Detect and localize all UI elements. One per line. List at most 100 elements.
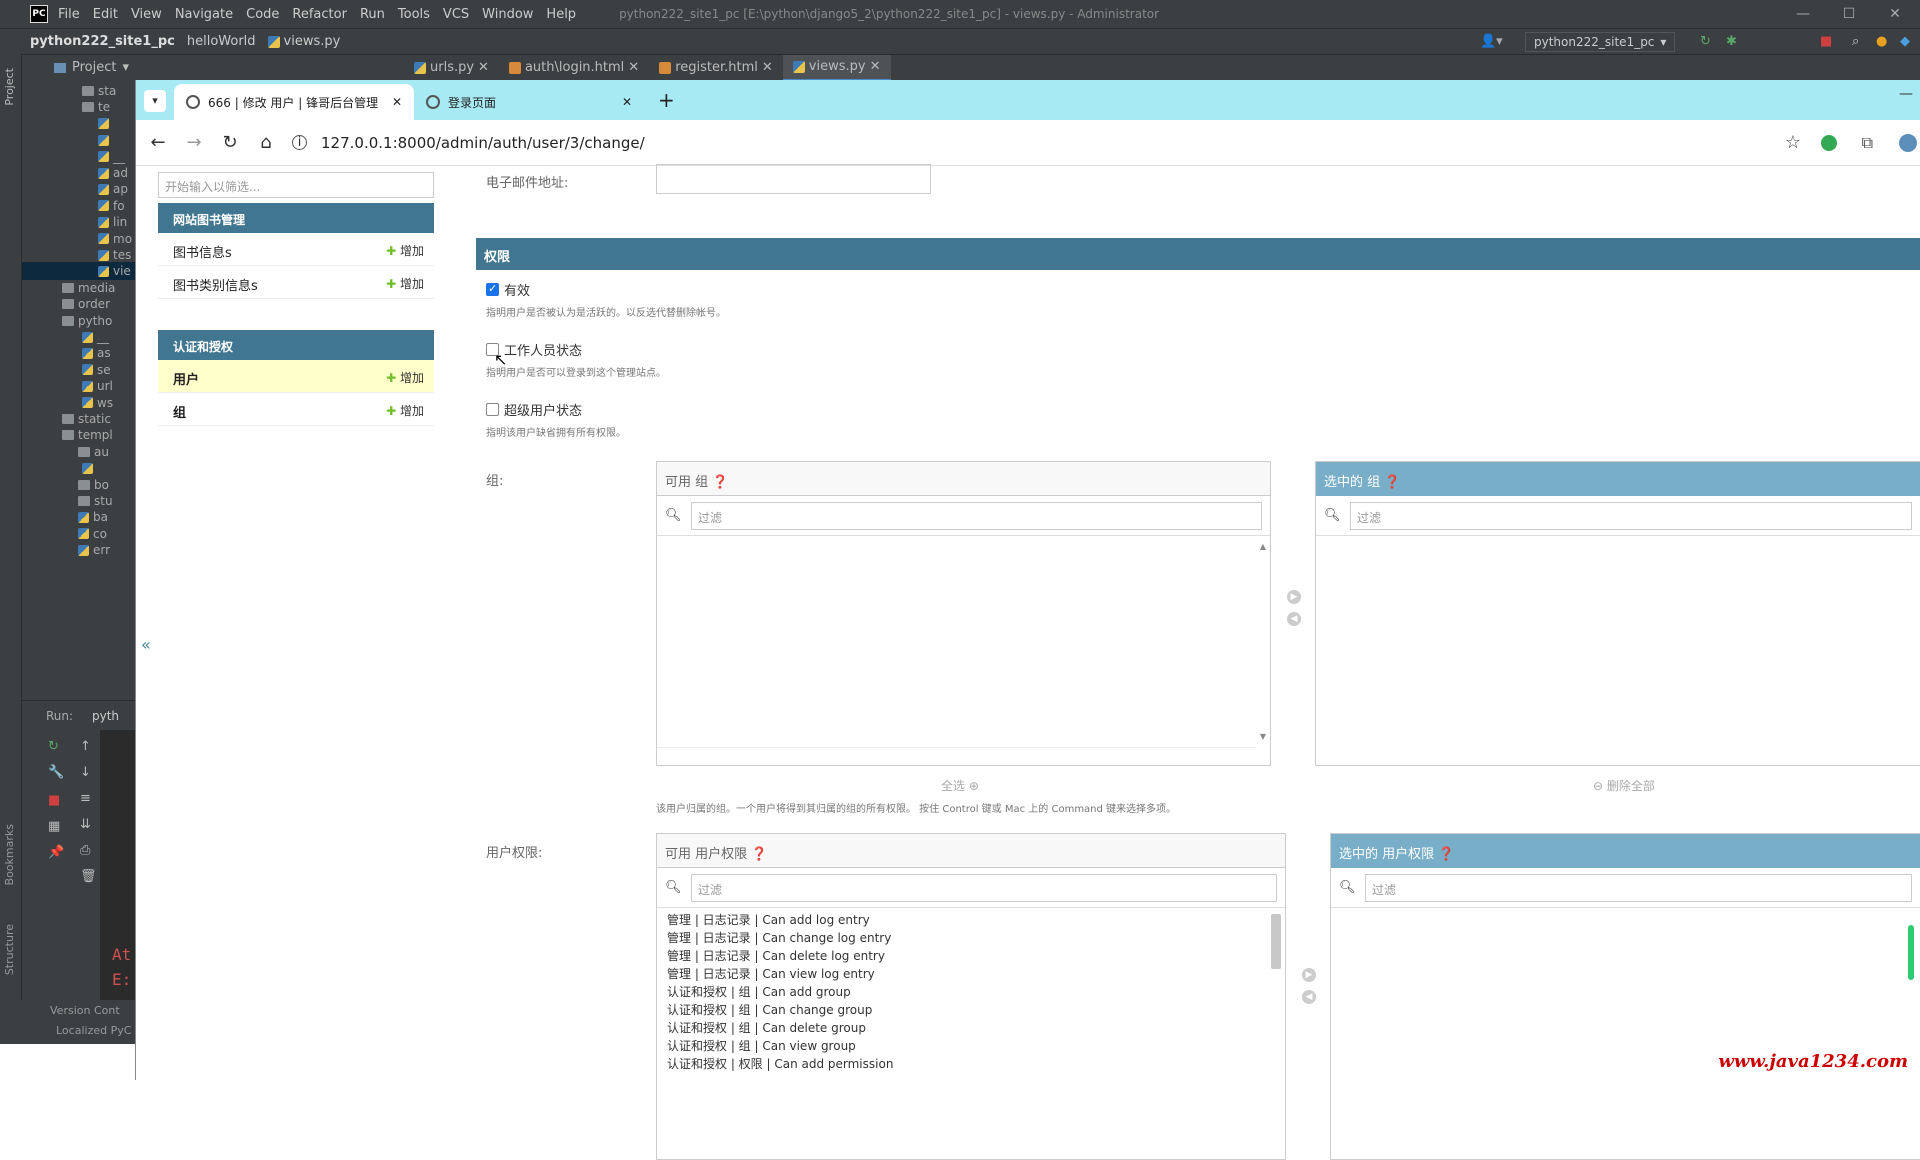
add-link[interactable]: ✚ 增加 — [386, 369, 424, 386]
version-control-tab[interactable]: Version Cont — [50, 1004, 120, 1017]
collapse-sidebar-icon[interactable]: « — [141, 635, 151, 654]
staff-label[interactable]: 工作人员状态 — [504, 340, 582, 359]
sidebar-item-groups[interactable]: 组 ✚ 增加 — [158, 393, 434, 426]
horizontal-scrollbar[interactable] — [657, 747, 1256, 765]
close-tab-icon[interactable]: ✕ — [392, 95, 402, 109]
tree-item[interactable]: vie — [22, 262, 135, 281]
permission-option[interactable]: 认证和授权 | 组 | Can change group — [657, 1001, 1285, 1019]
breadcrumb-file[interactable]: views.py — [284, 34, 341, 49]
add-link[interactable]: ✚ 增加 — [386, 402, 424, 419]
menu-help[interactable]: Help — [546, 7, 576, 22]
home-icon[interactable]: ⌂ — [248, 132, 284, 153]
choose-all-groups-link[interactable]: 全选 ⊕ — [941, 777, 979, 794]
permission-option[interactable]: 管理 | 日志记录 | Can delete log entry — [657, 947, 1285, 965]
forward-icon[interactable]: → — [176, 132, 212, 153]
search-everywhere-icon[interactable]: ⌕ — [1852, 34, 1859, 49]
tree-item[interactable]: static — [22, 410, 135, 428]
module-header-books[interactable]: 网站图书管理 — [158, 203, 434, 233]
tree-item[interactable] — [22, 459, 135, 477]
stop-run-icon[interactable]: ■ — [48, 793, 60, 808]
remove-arrow-icon[interactable]: ◀ — [1302, 990, 1316, 1004]
menu-file[interactable]: File — [58, 7, 80, 22]
project-side-tab[interactable]: Project — [3, 68, 16, 106]
browser-tab-admin[interactable]: 666 | 修改 用户 | 锋哥后台管理 ✕ — [174, 84, 414, 120]
available-permissions-filter-input[interactable]: 过滤 — [691, 874, 1277, 902]
tree-item[interactable]: templ — [22, 426, 135, 444]
maximize-icon[interactable]: ☐ — [1826, 0, 1872, 28]
sidebar-item-book-info[interactable]: 图书信息s ✚ 增加 — [158, 233, 434, 266]
menu-code[interactable]: Code — [246, 7, 279, 22]
menu-navigate[interactable]: Navigate — [175, 7, 233, 22]
tab-search-icon[interactable]: ▾ — [144, 90, 166, 112]
tree-item[interactable]: __ — [22, 148, 135, 166]
rerun-icon[interactable]: ↻ — [48, 739, 59, 754]
user-icon[interactable]: 👤▾ — [1480, 34, 1503, 49]
tree-item[interactable]: co — [22, 525, 135, 543]
choose-arrow-icon[interactable]: ▶ — [1287, 590, 1301, 604]
bookmarks-side-tab[interactable]: Bookmarks — [3, 824, 16, 885]
wrench-icon[interactable]: 🔧 — [48, 765, 64, 780]
menu-view[interactable]: View — [131, 7, 162, 22]
tree-item[interactable]: ad — [22, 164, 135, 182]
tree-item[interactable]: ba — [22, 508, 135, 526]
menu-run[interactable]: Run — [360, 7, 385, 22]
close-window-icon[interactable]: ✕ — [1872, 0, 1918, 28]
sidebar-item-book-category[interactable]: 图书类别信息s ✚ 增加 — [158, 266, 434, 299]
tree-item[interactable]: se — [22, 361, 135, 379]
available-groups-filter-input[interactable]: 过滤 — [691, 502, 1262, 530]
run-icon[interactable]: ↻ — [1700, 34, 1711, 49]
permission-option[interactable]: 管理 | 日志记录 | Can change log entry — [657, 929, 1285, 947]
tree-item[interactable]: media — [22, 279, 135, 297]
url-field[interactable]: 127.0.0.1:8000/admin/auth/user/3/change/ — [321, 134, 645, 152]
stop-icon[interactable]: ■ — [1820, 34, 1832, 49]
bookmark-star-icon[interactable]: ☆ — [1785, 132, 1801, 153]
tree-item[interactable]: err — [22, 541, 135, 559]
trash-icon[interactable]: 🗑 — [80, 869, 97, 884]
tree-item[interactable]: te — [22, 98, 135, 116]
permission-option[interactable]: 管理 | 日志记录 | Can view log entry — [657, 965, 1285, 983]
superuser-label[interactable]: 超级用户状态 — [504, 400, 582, 419]
pin-icon[interactable]: 📌 — [48, 845, 64, 860]
tree-item[interactable]: order — [22, 295, 135, 313]
tree-item[interactable]: au — [22, 443, 135, 461]
editor-tab-login[interactable]: auth\login.html ✕ — [499, 55, 649, 81]
choose-arrow-icon[interactable]: ▶ — [1302, 968, 1316, 982]
close-tab-icon[interactable]: ✕ — [622, 95, 632, 109]
tree-item[interactable] — [22, 131, 135, 149]
tree-item[interactable]: __ — [22, 328, 135, 346]
minimize-icon[interactable]: — — [1780, 0, 1826, 28]
tree-item[interactable] — [22, 115, 135, 133]
browser-tab-login[interactable]: 登录页面 ✕ — [414, 84, 644, 120]
scroll-up-icon[interactable]: ▲ — [1260, 542, 1266, 551]
new-tab-icon[interactable]: + — [658, 88, 675, 112]
breadcrumb-project[interactable]: python222_site1_pc — [30, 34, 175, 49]
vertical-scrollbar[interactable] — [1271, 914, 1281, 969]
debug-icon[interactable]: ✱ — [1726, 34, 1737, 49]
tree-item[interactable]: fo — [22, 197, 135, 215]
superuser-checkbox[interactable] — [486, 403, 499, 416]
down-arrow-icon[interactable]: ↓ — [80, 765, 91, 780]
scroll-down-icon[interactable]: ▼ — [1260, 732, 1266, 741]
jetbrains-icon[interactable]: ◆ — [1900, 34, 1910, 49]
tree-item[interactable]: mo — [22, 230, 135, 248]
active-label[interactable]: 有效 — [504, 280, 530, 299]
menu-tools[interactable]: Tools — [398, 7, 430, 22]
chosen-groups-filter-input[interactable]: 过滤 — [1350, 502, 1912, 530]
permission-option[interactable]: 认证和授权 | 组 | Can add group — [657, 983, 1285, 1001]
layout-icon[interactable]: ▦ — [48, 819, 60, 834]
editor-tab-urls[interactable]: urls.py ✕ — [404, 55, 499, 81]
add-link[interactable]: ✚ 增加 — [386, 242, 424, 259]
minimize-browser-icon[interactable]: — — [1899, 86, 1913, 102]
up-arrow-icon[interactable]: ↑ — [80, 739, 91, 754]
tree-item[interactable]: ws — [22, 394, 135, 412]
back-icon[interactable]: ← — [140, 132, 176, 153]
tree-item[interactable]: sta — [22, 82, 135, 100]
available-permissions-list[interactable]: 管理 | 日志记录 | Can add log entry 管理 | 日志记录 |… — [657, 908, 1285, 1073]
extensions-icon[interactable]: ⧉ — [1862, 133, 1873, 153]
structure-side-tab[interactable]: Structure — [3, 924, 16, 975]
permission-option[interactable]: 管理 | 日志记录 | Can add log entry — [657, 911, 1285, 929]
active-checkbox[interactable] — [486, 282, 499, 296]
module-header-auth[interactable]: 认证和授权 — [158, 330, 434, 360]
localized-tab[interactable]: Localized PyC — [56, 1024, 131, 1037]
permission-option[interactable]: 认证和授权 | 组 | Can delete group — [657, 1019, 1285, 1037]
